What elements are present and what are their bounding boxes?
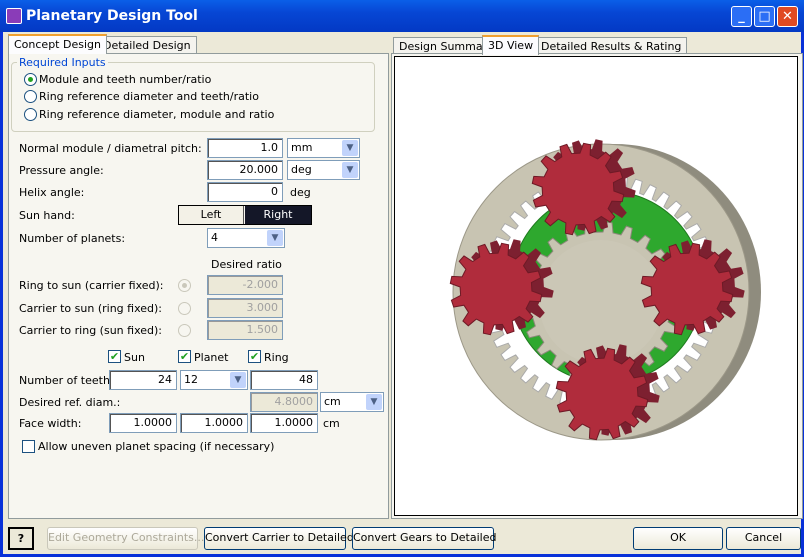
convert-carrier-button[interactable]: Convert Carrier to Detailed: [204, 527, 354, 550]
app-window: Planetary Design Tool _ □ ✕ Concept Desi…: [0, 0, 804, 557]
ref-diam-input[interactable]: 4.8000: [250, 392, 318, 412]
pressure-unit-select[interactable]: deg ▼: [287, 160, 360, 180]
helix-label: Helix angle:: [19, 186, 85, 199]
ratio-label: Carrier to ring (sun fixed):: [19, 324, 162, 337]
sun-hand-toggle: Left Right: [178, 205, 312, 225]
planet-gear: [640, 242, 734, 336]
uneven-spacing-checkbox[interactable]: [22, 440, 35, 453]
ref-diam-unit-select[interactable]: cm ▼: [320, 392, 384, 412]
planet-label: Planet: [194, 351, 229, 364]
ratio-input-ring-sun[interactable]: -2.000: [207, 275, 283, 295]
planet-checkbox[interactable]: ✔: [178, 350, 191, 363]
ratio-label: Ring to sun (carrier fixed):: [19, 279, 164, 292]
radio-ring-diam-teeth[interactable]: [24, 90, 37, 103]
radio-label: Ring reference diameter and teeth/ratio: [39, 90, 259, 103]
radio-module-teeth[interactable]: [24, 73, 37, 86]
ring-label: Ring: [264, 351, 289, 364]
ratio-radio-carrier-ring[interactable]: [178, 324, 191, 337]
radio-ring-diam-module[interactable]: [24, 108, 37, 121]
pressure-label: Pressure angle:: [19, 164, 104, 177]
select-value: 12: [184, 373, 198, 386]
chevron-down-icon: ▼: [230, 372, 246, 388]
chevron-down-icon: ▼: [267, 230, 283, 246]
3d-gear-viewport[interactable]: [394, 56, 798, 516]
left-hand-button[interactable]: Left: [179, 206, 244, 224]
chevron-down-icon: ▼: [342, 162, 358, 178]
tab-3d-view[interactable]: 3D View: [482, 35, 540, 55]
minimize-button[interactable]: _: [731, 6, 752, 27]
uneven-spacing-label: Allow uneven planet spacing (if necessar…: [38, 440, 275, 453]
ratio-input-carrier-sun[interactable]: 3.000: [207, 298, 283, 318]
convert-gears-button[interactable]: Convert Gears to Detailed: [352, 527, 496, 550]
right-hand-button[interactable]: Right: [245, 206, 311, 224]
window-title: Planetary Design Tool: [26, 8, 198, 24]
select-value: mm: [291, 141, 313, 154]
edit-geometry-button[interactable]: Edit Geometry Constraints...: [47, 527, 204, 550]
sun-teeth-input[interactable]: 24: [109, 370, 177, 390]
chevron-down-icon: ▼: [342, 140, 358, 156]
helix-input[interactable]: 0: [207, 182, 283, 202]
ratio-radio-ring-sun[interactable]: [178, 279, 191, 292]
planets-select[interactable]: 4 ▼: [207, 228, 285, 248]
select-value: deg: [291, 163, 312, 176]
sun-hand-label: Sun hand:: [19, 209, 75, 222]
ref-diam-label: Desired ref. diam.:: [19, 396, 121, 409]
radio-label: Module and teeth number/ratio: [39, 73, 212, 86]
ratio-input-carrier-ring[interactable]: 1.500: [207, 320, 283, 340]
planet-gear: [449, 242, 543, 336]
pressure-input[interactable]: 20.000: [207, 160, 283, 180]
ring-teeth-input[interactable]: 48: [250, 370, 318, 390]
desired-ratio-header: Desired ratio: [211, 258, 282, 271]
group-legend: Required Inputs: [17, 56, 108, 69]
close-button[interactable]: ✕: [777, 6, 798, 27]
sun-label: Sun: [124, 351, 145, 364]
planets-label: Number of planets:: [19, 232, 126, 245]
ring-face-width-input[interactable]: 1.0000: [250, 413, 318, 433]
planet-face-width-input[interactable]: 1.0000: [180, 413, 248, 433]
sun-face-width-input[interactable]: 1.0000: [109, 413, 177, 433]
app-icon: [6, 8, 22, 24]
select-value: cm: [324, 395, 341, 408]
maximize-button[interactable]: □: [754, 6, 775, 27]
select-value: 4: [211, 231, 218, 244]
sun-checkbox[interactable]: ✔: [108, 350, 121, 363]
helix-unit: deg: [290, 186, 311, 199]
planet-gear: [531, 142, 625, 236]
ring-checkbox[interactable]: ✔: [248, 350, 261, 363]
module-unit-select[interactable]: mm ▼: [287, 138, 360, 158]
chevron-down-icon: ▼: [366, 394, 382, 410]
module-input[interactable]: 1.0: [207, 138, 283, 158]
ratio-label: Carrier to sun (ring fixed):: [19, 302, 162, 315]
3d-view-panel: [391, 53, 803, 519]
ratio-radio-carrier-sun[interactable]: [178, 302, 191, 315]
planet-gear: [555, 347, 649, 441]
tab-concept-design[interactable]: Concept Design: [8, 34, 107, 54]
cancel-button[interactable]: Cancel: [726, 527, 801, 550]
module-label: Normal module / diametral pitch:: [19, 142, 202, 155]
teeth-label: Number of teeth:: [19, 374, 114, 387]
title-bar: Planetary Design Tool _ □ ✕: [0, 0, 804, 32]
face-width-unit: cm: [323, 417, 340, 430]
help-button[interactable]: ?: [8, 527, 34, 550]
ok-button[interactable]: OK: [633, 527, 723, 550]
planet-teeth-select[interactable]: 12 ▼: [180, 370, 248, 390]
radio-label: Ring reference diameter, module and rati…: [39, 108, 275, 121]
face-width-label: Face width:: [19, 417, 82, 430]
